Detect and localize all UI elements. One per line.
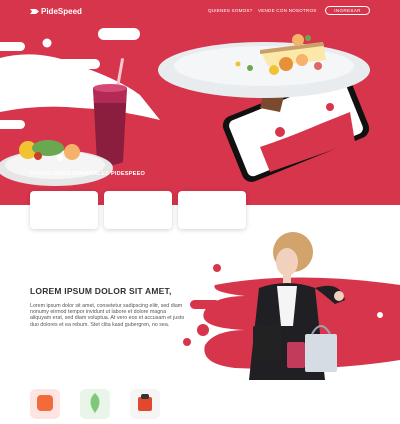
promotion-card[interactable] [178,191,246,229]
food-plate-left-image [0,140,113,186]
bag-icon [138,394,152,411]
login-button[interactable]: INGRESAR [325,6,370,15]
leaf-icon [90,393,100,413]
promotion-card[interactable] [104,191,172,229]
feature-icon-2[interactable] [80,389,110,419]
brand-name: PideSpeed [41,7,82,16]
logo-speed-icon [30,9,39,14]
hero-banner: PideSpeed QUIENES SOMOS? VENDE CON NOSOT… [0,0,400,205]
feature-icon-1[interactable] [30,389,60,419]
brand-logo[interactable]: PideSpeed [30,7,82,16]
promotions-title: POMOCIONES SEMANALES PIDESPEEO [30,171,146,177]
nav-link-vende-con-nosotros[interactable]: VENDE CON NOSOTROS [258,8,316,13]
orange-badge-icon [37,395,53,411]
about-body: Lorem ipsum dolor sit amet, consetetur s… [30,303,185,328]
nav-link-quienes-somos[interactable]: QUIENES SOMOS? [208,8,252,13]
feature-icon-3[interactable] [130,389,160,419]
shopping-woman-image [183,232,400,380]
food-plate-main-image [158,34,370,98]
about-title: LOREM IPSUM DOLOR SIT AMET, [30,286,172,296]
promotion-card[interactable] [30,191,98,229]
